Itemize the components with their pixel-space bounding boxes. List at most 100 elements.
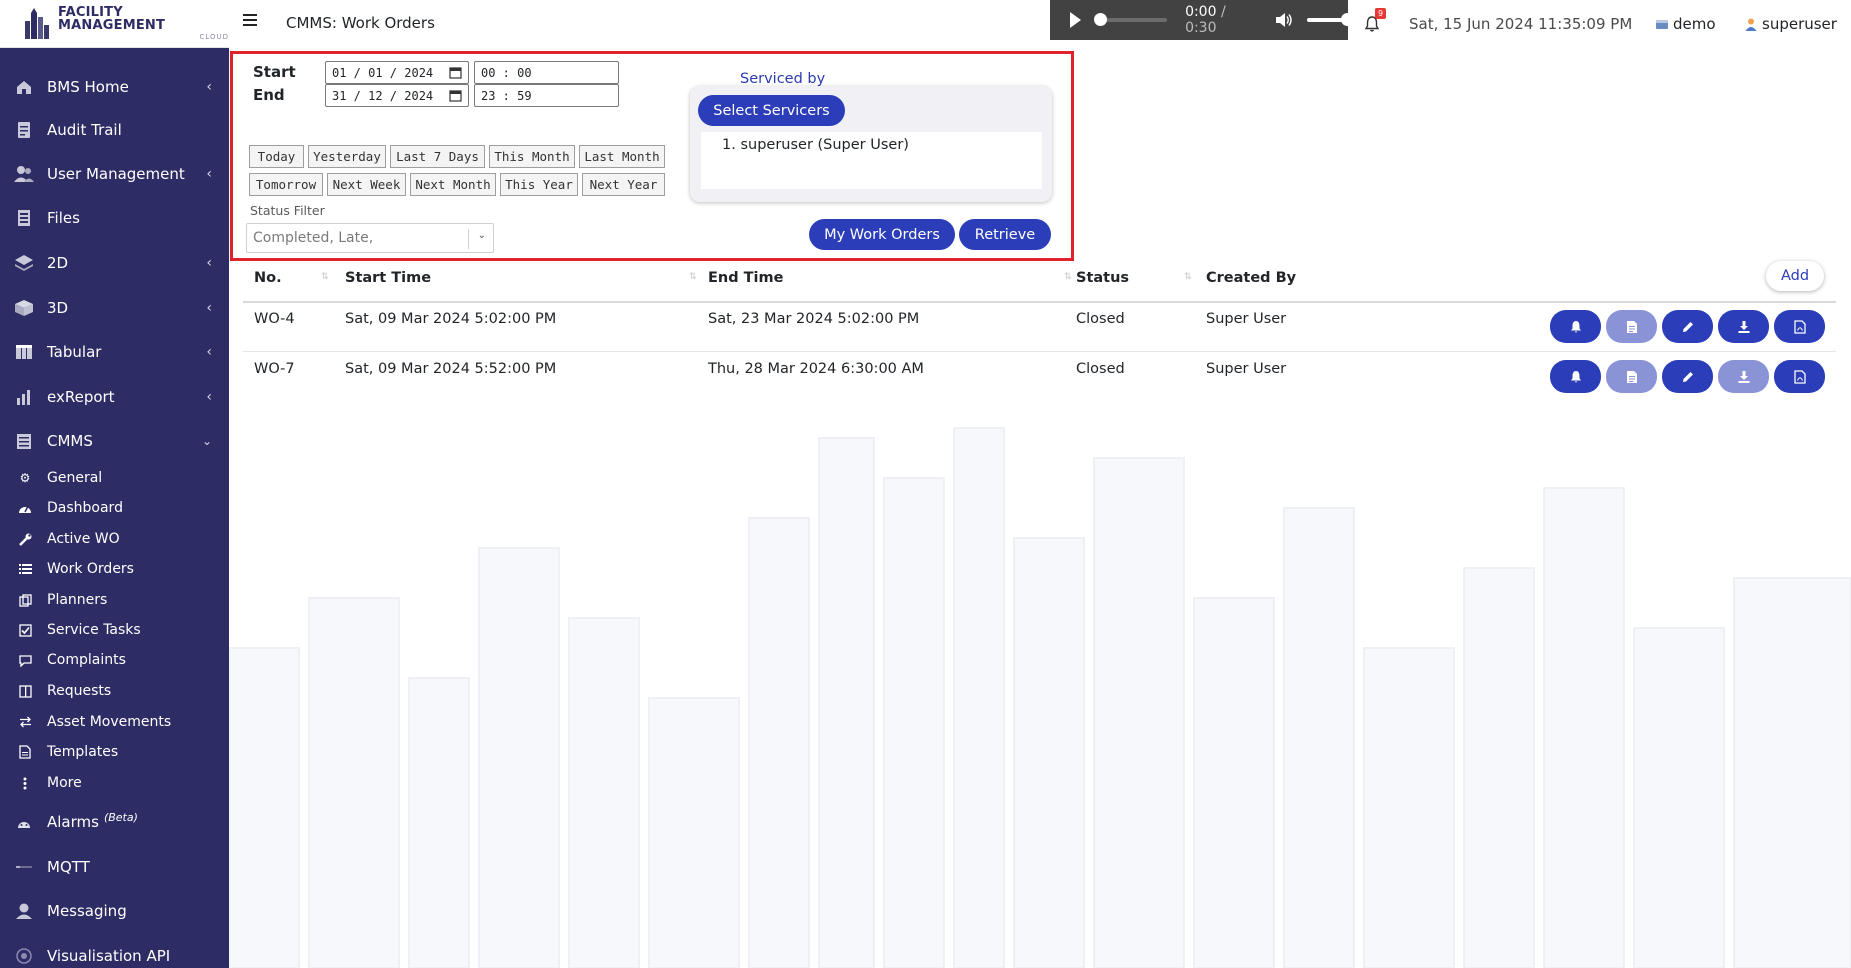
sidebar-subitem-label: Service Tasks [47, 622, 141, 638]
quick-this-year-button[interactable]: This Year [500, 173, 578, 196]
column-header-end-time[interactable]: End Time [708, 270, 783, 286]
download-button[interactable] [1718, 360, 1769, 393]
sidebar-subitem-asset-movements[interactable]: Asset Movements [0, 708, 229, 736]
brand[interactable]: FACILITY MANAGEMENT CLOUD [0, 0, 229, 48]
column-header-no[interactable]: No. [254, 270, 282, 286]
retrieve-button[interactable]: Retrieve [959, 219, 1051, 250]
audio-seek-slider[interactable] [1094, 13, 1168, 26]
edit-button[interactable] [1662, 310, 1713, 343]
sidebar-item-messaging[interactable]: Messaging [0, 891, 229, 931]
notify-button[interactable] [1550, 360, 1601, 393]
sidebar-item-label: Messaging [47, 902, 127, 920]
sort-icon[interactable]: ⇅ [1064, 272, 1072, 282]
sidebar-subitem-planners[interactable]: Planners [0, 586, 229, 614]
quick-last-7-days-button[interactable]: Last 7 Days [390, 145, 485, 168]
quick-today-button[interactable]: Today [249, 145, 304, 168]
cogs-icon: ⚙ [19, 471, 31, 485]
sidebar-item-alarms[interactable]: Alarms (Beta) [0, 802, 229, 842]
user-menu[interactable]: superuser [1744, 15, 1837, 33]
my-work-orders-button[interactable]: My Work Orders [809, 219, 955, 250]
column-header-start-time[interactable]: Start Time [345, 270, 431, 286]
chevron-left-icon: ‹ [206, 166, 212, 182]
sidebar-item-visualisation-api[interactable]: Visualisation API [0, 936, 229, 968]
view-document-button[interactable] [1606, 360, 1657, 393]
volume-slider[interactable] [1306, 13, 1354, 26]
select-divider [468, 229, 469, 249]
start-date-input[interactable]: 01 / 01 / 2024 [325, 61, 469, 84]
notification-count-badge: 9 [1375, 8, 1386, 19]
sidebar-item-2d[interactable]: 2D ‹ [0, 243, 229, 283]
layers-icon [14, 253, 34, 273]
sidebar-item-label: Alarms [47, 813, 99, 831]
calendar-icon[interactable] [449, 66, 462, 79]
volume-icon[interactable] [1275, 12, 1293, 28]
site-selector[interactable]: demo [1655, 15, 1716, 33]
quick-last-month-button[interactable]: Last Month [579, 145, 665, 168]
serviced-by-title: Serviced by [740, 71, 826, 87]
cell-start-time: Sat, 09 Mar 2024 5:52:00 PM [345, 361, 557, 377]
add-work-order-button[interactable]: Add [1766, 261, 1824, 291]
sidebar-item-3d[interactable]: 3D ‹ [0, 288, 229, 328]
select-servicers-button[interactable]: Select Servicers [698, 95, 845, 126]
quick-next-week-button[interactable]: Next Week [327, 173, 406, 196]
sort-icon[interactable]: ⇅ [689, 272, 697, 282]
sidebar-item-label: Visualisation API [47, 947, 171, 965]
quick-yesterday-button[interactable]: Yesterday [308, 145, 386, 168]
sidebar-item-files[interactable]: Files [0, 198, 229, 238]
chevron-left-icon: ‹ [206, 389, 212, 405]
end-date-input[interactable]: 31 / 12 / 2024 [325, 84, 469, 107]
sidebar-item-tabular[interactable]: Tabular ‹ [0, 332, 229, 372]
sort-icon[interactable]: ⇅ [1184, 272, 1192, 282]
sidebar-subitem-dashboard[interactable]: Dashboard [0, 494, 229, 522]
sidebar-subitem-general[interactable]: ⚙ General [0, 464, 229, 492]
status-filter-select[interactable]: Completed, Late, ⌄ [246, 223, 494, 253]
edit-button[interactable] [1662, 360, 1713, 393]
hamburger-menu-icon[interactable] [243, 14, 257, 28]
quick-tomorrow-button[interactable]: Tomorrow [249, 173, 323, 196]
sidebar-item-audit-trail[interactable]: Audit Trail [0, 110, 229, 150]
calendar-icon[interactable] [449, 89, 462, 102]
play-icon[interactable] [1070, 12, 1081, 28]
sidebar-item-label: 3D [47, 299, 69, 317]
column-header-status[interactable]: Status [1076, 270, 1129, 286]
sidebar-subitem-active-wo[interactable]: Active WO [0, 525, 229, 553]
cell-end-time: Thu, 28 Mar 2024 6:30:00 AM [708, 361, 924, 377]
user-icon [1744, 17, 1758, 31]
notify-button[interactable] [1550, 310, 1601, 343]
table-row-divider [243, 351, 1836, 352]
bell-icon [1570, 370, 1581, 382]
cell-start-time: Sat, 09 Mar 2024 5:02:00 PM [345, 311, 557, 327]
pdf-button[interactable] [1774, 310, 1825, 343]
sidebar-subitem-more[interactable]: More [0, 769, 229, 797]
topbar: CMMS: Work Orders 0:00 / 0:30 9 Sat, 15 … [229, 0, 1851, 48]
quick-this-month-button[interactable]: This Month [489, 145, 575, 168]
sidebar-item-cmms[interactable]: CMMS ⌄ [0, 421, 229, 461]
end-time-input[interactable]: 23 : 59 [474, 84, 619, 107]
sidebar-item-user-management[interactable]: User Management ‹ [0, 154, 229, 194]
sidebar-subitem-service-tasks[interactable]: Service Tasks [0, 616, 229, 644]
pencil-icon [1682, 371, 1693, 382]
seek-handle[interactable] [1094, 13, 1107, 26]
pdf-button[interactable] [1774, 360, 1825, 393]
sidebar-item-bms-home[interactable]: BMS Home ‹ [0, 67, 229, 107]
sidebar-item-exreport[interactable]: exReport ‹ [0, 377, 229, 417]
brand-title: FACILITY MANAGEMENT [58, 5, 166, 33]
volume-handle[interactable] [1341, 13, 1354, 26]
sort-icon[interactable]: ⇅ [321, 272, 329, 282]
users-icon [14, 164, 34, 184]
sidebar-subitem-templates[interactable]: Templates [0, 738, 229, 766]
quick-next-year-button[interactable]: Next Year [582, 173, 665, 196]
pencil-icon [1682, 321, 1693, 332]
column-header-created-by[interactable]: Created By [1206, 270, 1296, 286]
datetime-display: Sat, 15 Jun 2024 11:35:09 PM [1409, 15, 1633, 33]
sidebar-item-mqtt[interactable]: MQTT [0, 847, 229, 887]
sidebar-subitem-work-orders[interactable]: Work Orders [0, 555, 229, 583]
sidebar-subitem-complaints[interactable]: Complaints [0, 646, 229, 674]
start-time-input[interactable]: 00 : 00 [474, 61, 619, 84]
download-button[interactable] [1718, 310, 1769, 343]
columns-icon [18, 684, 32, 698]
list-icon [18, 562, 32, 576]
quick-next-month-button[interactable]: Next Month [410, 173, 496, 196]
view-document-button[interactable] [1606, 310, 1657, 343]
sidebar-subitem-requests[interactable]: Requests [0, 677, 229, 705]
